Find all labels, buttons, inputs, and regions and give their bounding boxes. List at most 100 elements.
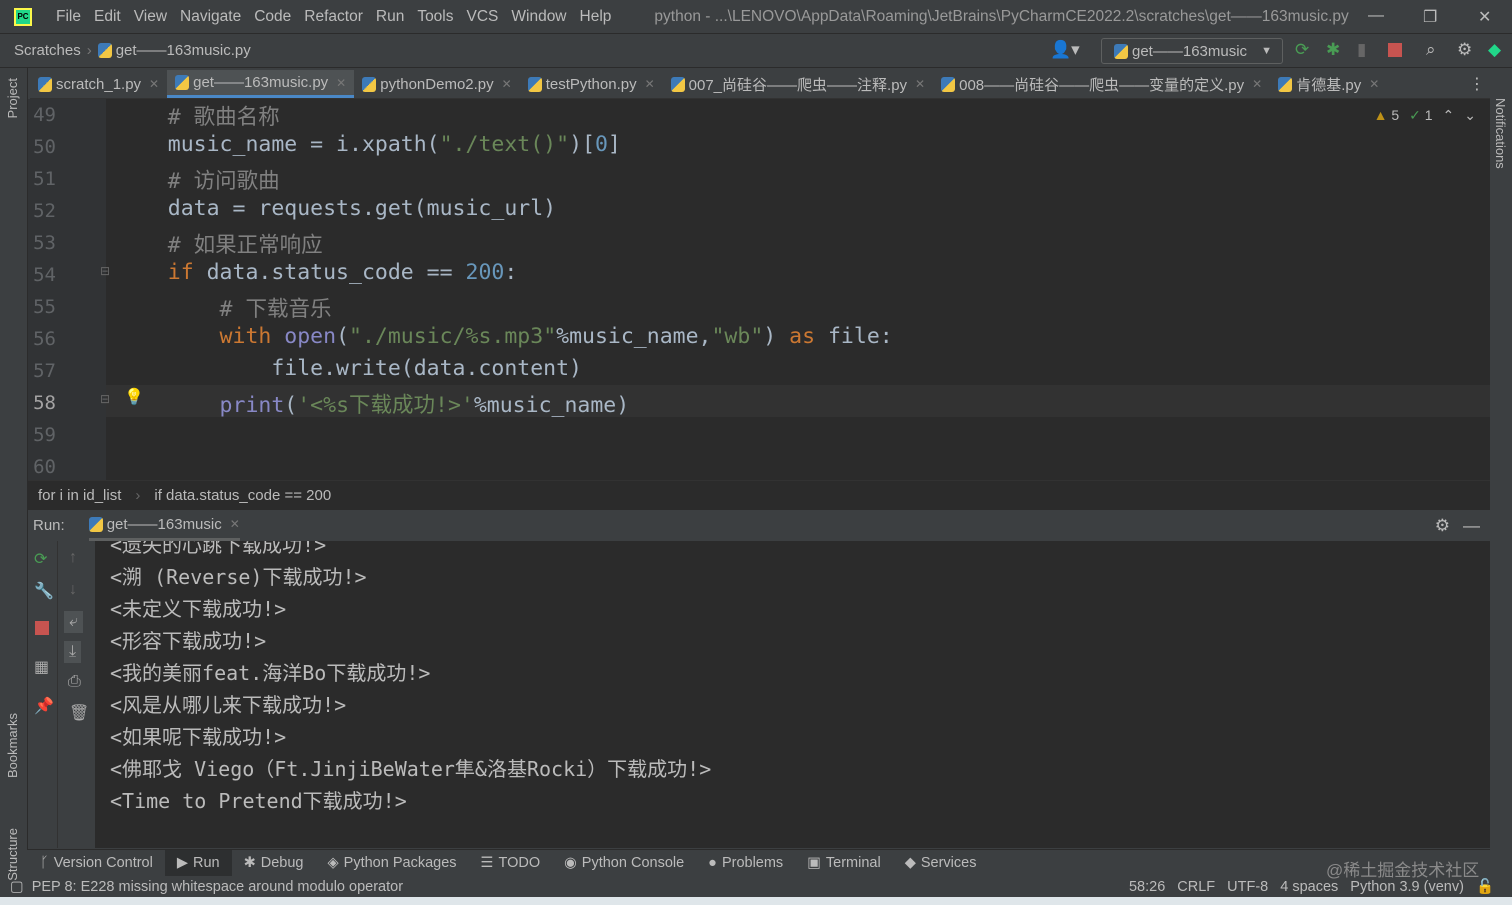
stop-icon[interactable] [35, 621, 49, 635]
scroll-to-end-icon[interactable]: ⤓ [64, 641, 82, 663]
tool-window-label: Python Console [581, 855, 685, 871]
gear-icon[interactable]: ⚙ [1435, 516, 1450, 536]
line-number: 54 [33, 264, 56, 286]
status-message[interactable]: PEP 8: E228 missing whitespace around mo… [32, 879, 403, 895]
tool-window-terminal[interactable]: ▣ Terminal [795, 850, 893, 876]
tool-window-debug[interactable]: ✱ Debug [232, 850, 316, 876]
close-window-button[interactable]: ✕ [1478, 7, 1491, 27]
structure-tool-button[interactable]: Structure [5, 828, 20, 881]
close-tab-icon[interactable]: ✕ [915, 77, 925, 91]
print-icon[interactable]: ⎙ [68, 673, 81, 691]
pin-icon[interactable]: 📌 [34, 696, 54, 716]
lock-icon[interactable]: 🔓 [1476, 878, 1494, 895]
close-tab-icon[interactable]: ✕ [645, 77, 655, 91]
more-tabs-icon[interactable]: ⋮ [1469, 74, 1485, 94]
menu-file[interactable]: File [56, 8, 81, 26]
wrench-icon[interactable]: 🔧 [34, 581, 54, 601]
tool-window-todo[interactable]: ☰ TODO [469, 850, 553, 876]
tool-window-python-console[interactable]: ◉ Python Console [552, 850, 696, 876]
breadcrumb-scratches[interactable]: Scratches [14, 42, 81, 59]
next-highlight-icon[interactable]: ⌄ [1464, 107, 1476, 124]
close-tab-icon[interactable]: ✕ [1252, 77, 1262, 91]
menu-run[interactable]: Run [376, 8, 404, 26]
console-line: <溯 (Reverse)下载成功!> [110, 565, 367, 589]
previous-highlight-icon[interactable]: ⌃ [1443, 107, 1455, 124]
menu-code[interactable]: Code [254, 8, 291, 26]
tool-window-label: Problems [721, 855, 784, 871]
line-number: 50 [33, 136, 56, 158]
line-separator[interactable]: CRLF [1177, 879, 1215, 895]
close-tab-icon[interactable]: ✕ [336, 76, 346, 90]
file-encoding[interactable]: UTF-8 [1227, 879, 1268, 895]
debug-icon[interactable]: ✱ [1326, 40, 1340, 60]
project-tool-button[interactable]: Project [5, 78, 20, 118]
bookmarks-tool-button[interactable]: Bookmarks [5, 713, 20, 778]
breadcrumb-file[interactable]: get——163music.py [116, 42, 251, 59]
editor-tab[interactable]: scratch_1.py ✕ [30, 70, 167, 98]
menu-edit[interactable]: Edit [94, 8, 121, 26]
services-icon: ◆ [904, 855, 916, 871]
user-icon[interactable]: 👤▾ [1050, 40, 1080, 60]
menu-help[interactable]: Help [580, 8, 612, 26]
lightbulb-icon[interactable]: 💡 [124, 387, 144, 407]
notifications-tool-button[interactable]: Notifications [1493, 98, 1508, 169]
run-console-output[interactable]: <遗失的心跳下载成功!> <溯 (Reverse)下载成功!> <未定义下载成功!>… [95, 541, 1490, 848]
close-tab-icon[interactable]: ✕ [230, 517, 240, 531]
tool-window-python-packages[interactable]: ◈ Python Packages [316, 850, 469, 876]
rerun-icon[interactable]: ⟳ [1295, 40, 1309, 60]
fold-icon[interactable]: ⊟ [100, 264, 110, 278]
warning-count[interactable]: ▲ 5 [1374, 107, 1400, 124]
tool-window-bar: ᚴ Version Control ▶ Run ✱ Debug ◈ Python Packag… [28, 849, 1490, 876]
restore-button[interactable]: ❐ [1423, 7, 1437, 27]
indent-setting[interactable]: 4 spaces [1280, 879, 1338, 895]
rerun-icon[interactable]: ⟳ [34, 549, 47, 569]
editor-tab[interactable]: testPython.py ✕ [520, 70, 663, 98]
packages-icon: ◈ [327, 855, 339, 871]
menu-navigate[interactable]: Navigate [180, 8, 241, 26]
close-tab-icon[interactable]: ✕ [1369, 77, 1379, 91]
close-tab-icon[interactable]: ✕ [502, 77, 512, 91]
python-interpreter[interactable]: Python 3.9 (venv) [1350, 879, 1464, 895]
code-editor[interactable]: 49 50 51 52 53 54 55 56 57 58 59 60 # 歌曲名称 music_na… [28, 99, 1490, 480]
typo-count[interactable]: ✓ 1 [1409, 107, 1432, 124]
soft-wrap-icon[interactable]: ⤶ [64, 611, 83, 633]
fold-end-icon[interactable]: ⊟ [100, 392, 110, 406]
code-with-me-icon[interactable]: ◆ [1488, 40, 1501, 60]
tool-window-version-control[interactable]: ᚴ Version Control [28, 850, 165, 876]
code-token: "./text()" [439, 132, 570, 157]
line-number: 51 [33, 168, 56, 190]
run-configuration-select[interactable]: get——163music ▼ [1101, 38, 1283, 64]
panel-toggle-icon[interactable]: ▢ [10, 879, 24, 895]
layout-icon[interactable]: ▦ [34, 657, 49, 677]
minimize-button[interactable]: — [1368, 7, 1384, 25]
search-icon[interactable]: ⌕ [1426, 40, 1436, 60]
attach-icon[interactable]: ▮ [1357, 40, 1366, 60]
crumb-if[interactable]: if data.status_code == 200 [154, 487, 331, 504]
inspection-widget[interactable]: ▲ 5 ✓ 1 ⌃ ⌄ [1374, 107, 1476, 124]
line-number: 59 [33, 424, 56, 446]
menu-vcs[interactable]: VCS [467, 8, 499, 26]
tool-window-services[interactable]: ◆ Services [893, 850, 989, 876]
caret-position[interactable]: 58:26 [1129, 879, 1165, 895]
code-token: # 访问歌曲 [116, 169, 280, 194]
editor-tab[interactable]: 007_尚硅谷——爬虫——注释.py ✕ [663, 70, 933, 98]
hide-panel-icon[interactable]: — [1463, 516, 1480, 536]
crumb-for-loop[interactable]: for i in id_list [38, 487, 121, 504]
gear-icon[interactable]: ⚙ [1457, 40, 1472, 60]
trash-icon[interactable]: 🗑 [69, 703, 89, 723]
menu-window[interactable]: Window [511, 8, 566, 26]
editor-tab[interactable]: get——163music.py ✕ [167, 70, 355, 98]
menu-tools[interactable]: Tools [417, 8, 453, 26]
menu-refactor[interactable]: Refactor [304, 8, 363, 26]
editor-tab[interactable]: 008——尚硅谷——爬虫——变量的定义.py ✕ [933, 70, 1270, 98]
stop-icon[interactable] [1388, 43, 1402, 57]
arrow-down-icon[interactable]: ↓ [69, 581, 77, 599]
menu-view[interactable]: View [134, 8, 167, 26]
tool-window-run[interactable]: ▶ Run [164, 850, 232, 876]
editor-tab[interactable]: pythonDemo2.py ✕ [354, 70, 519, 98]
close-tab-icon[interactable]: ✕ [149, 77, 159, 91]
arrow-up-icon[interactable]: ↑ [69, 549, 77, 567]
editor-tab[interactable]: 肯德基.py ✕ [1270, 70, 1387, 98]
run-tab[interactable]: get——163music ✕ [88, 510, 240, 541]
tool-window-problems[interactable]: ● Problems [696, 850, 795, 876]
